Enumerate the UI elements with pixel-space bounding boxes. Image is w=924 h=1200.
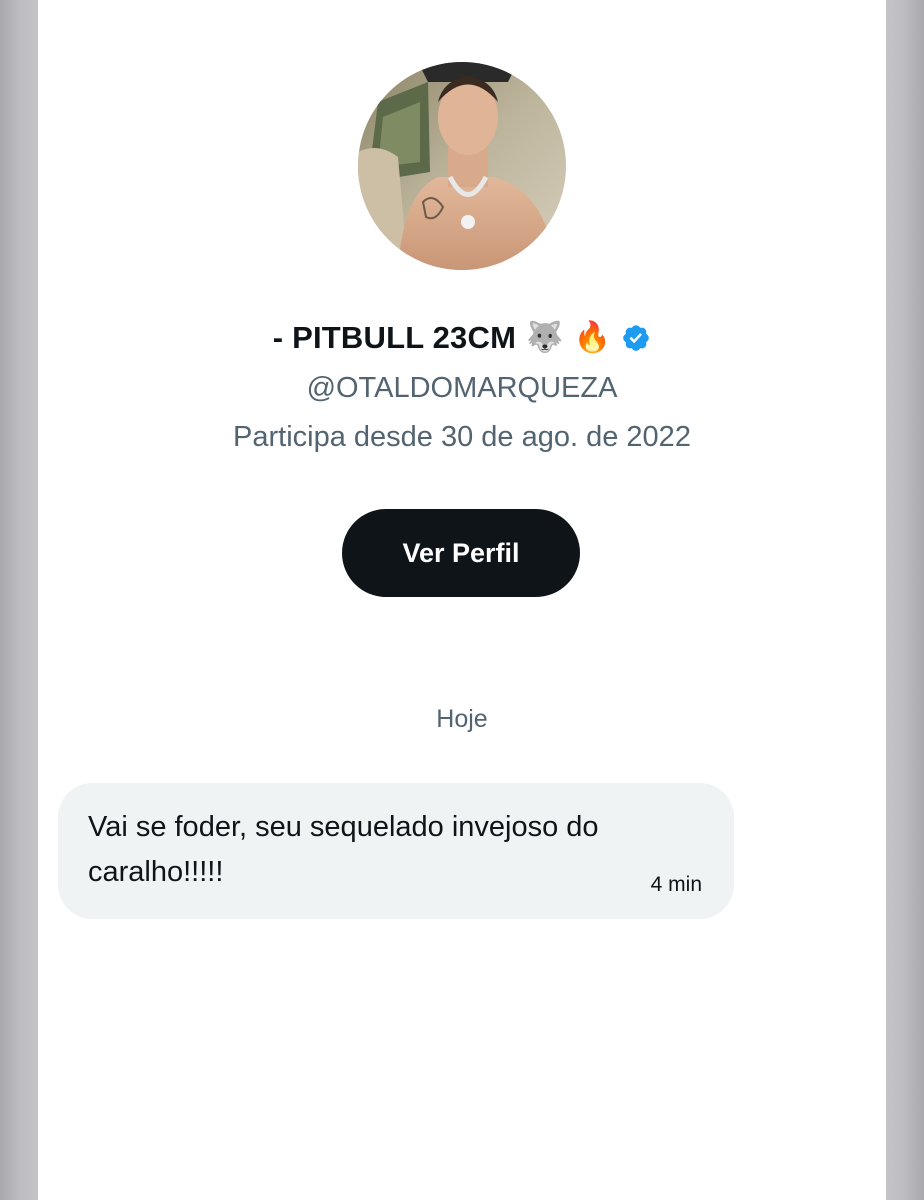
profile-handle: @OTALDOMARQUEZA <box>306 372 618 404</box>
joined-date: Participa desde 30 de ago. de 2022 <box>233 421 691 453</box>
message-bubble[interactable]: Vai se foder, seu sequelado invejoso do … <box>58 783 734 919</box>
fire-emoji-icon: 🔥 <box>573 321 612 354</box>
avatar[interactable] <box>358 62 566 270</box>
verified-badge-icon <box>621 323 651 353</box>
display-name: - PITBULL 23CM <box>272 320 517 355</box>
profile-card: - PITBULL 23CM 🐺 🔥 @OTALDOMARQUEZA Parti… <box>38 0 886 1200</box>
wolf-emoji-icon: 🐺 <box>526 321 564 354</box>
date-separator: Hoje <box>436 705 488 733</box>
view-profile-button[interactable]: Ver Perfil <box>342 509 580 597</box>
display-name-row: - PITBULL 23CM 🐺 🔥 <box>38 320 886 356</box>
message-text: Vai se foder, seu sequelado invejoso do … <box>88 811 599 888</box>
message-timestamp: 4 min <box>650 873 702 896</box>
avatar-photo <box>358 62 566 270</box>
